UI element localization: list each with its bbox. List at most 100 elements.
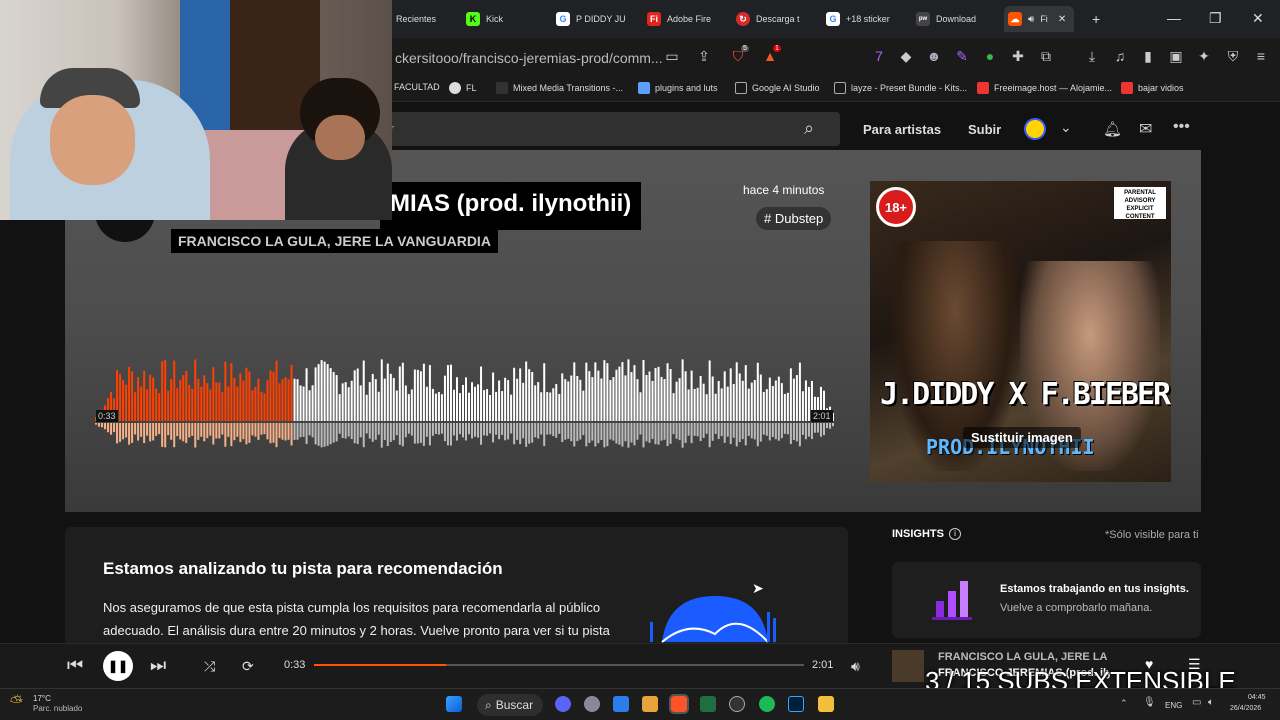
tab-kick[interactable]: K Kick	[466, 6, 546, 32]
close-tab-icon[interactable]: ✕	[1058, 14, 1066, 25]
taskbar-search[interactable]: ⌕ Buscar	[477, 694, 543, 716]
tab-adobe-firefly[interactable]: Fi Adobe Fire	[647, 6, 727, 32]
discord-icon[interactable]	[555, 696, 571, 712]
sidebar-icon[interactable]: ▮	[1139, 47, 1157, 65]
tab-label: +18 sticker	[846, 14, 890, 24]
replace-image-button[interactable]: Sustituir imagen	[963, 427, 1081, 448]
waveform[interactable]	[95, 355, 835, 455]
menu-icon[interactable]: ≡	[1252, 47, 1270, 65]
search-bar[interactable]: r ⌕	[380, 112, 840, 146]
waveform-reflection-bar	[732, 423, 735, 438]
waveform-bar	[531, 371, 534, 421]
now-playing-thumbnail[interactable]	[892, 650, 924, 682]
tab-soundcloud-active[interactable]: ☁ 🔊︎ Fi ✕	[1004, 6, 1074, 32]
chevron-down-icon[interactable]: ⌄	[1060, 119, 1072, 136]
track-artists[interactable]: FRANCISCO LA GULA, JERE LA VANGUARDIA	[171, 229, 498, 253]
user-avatar[interactable]	[1024, 118, 1046, 140]
app2-icon[interactable]	[700, 696, 716, 712]
bookmark-facultad[interactable]: FACULTAD	[394, 82, 440, 92]
minimize-button[interactable]: —	[1167, 10, 1181, 26]
tab-recientes[interactable]: Recientes	[396, 6, 456, 32]
green-ext-icon[interactable]: ●	[981, 47, 999, 65]
next-track-icon[interactable]: ⏭	[150, 655, 166, 676]
waveform-bar	[477, 384, 480, 421]
for-artists-link[interactable]: Para artistas	[863, 122, 941, 137]
file-explorer-icon[interactable]	[818, 696, 834, 712]
puzzle-icon[interactable]: ✚	[1009, 47, 1027, 65]
fl-icon	[449, 82, 461, 94]
waveform-reflection-bar	[125, 423, 128, 438]
photoshop-icon[interactable]	[788, 696, 804, 712]
language-indicator[interactable]: ENG	[1165, 701, 1182, 710]
bookmark-fl[interactable]: FL	[449, 82, 477, 94]
waveform-bar	[209, 389, 212, 421]
restore-button[interactable]: ❐	[1209, 10, 1222, 27]
extension-7tv-icon[interactable]: 7	[870, 47, 888, 65]
shuffle-icon[interactable]: ⤮	[204, 658, 215, 675]
waveform-reflection-bar	[831, 423, 834, 427]
new-tab-button[interactable]: +	[1092, 6, 1106, 32]
bookmark-layze[interactable]: layze - Preset Bundle - Kits...	[834, 82, 967, 94]
leo-ai-icon[interactable]: ✦	[1195, 47, 1213, 65]
brave-icon[interactable]	[669, 694, 689, 714]
vpn-icon[interactable]: ⛨	[1224, 47, 1242, 65]
waveform-reflection-bar	[332, 423, 335, 443]
share-icon[interactable]: ⇪	[695, 47, 713, 65]
network-icon[interactable]: ▭	[1192, 697, 1201, 708]
start-icon[interactable]	[446, 696, 462, 712]
bookmark-ai-studio[interactable]: Google AI Studio	[735, 82, 820, 94]
extension-icon[interactable]: ◆	[897, 47, 915, 65]
app-icon[interactable]	[613, 696, 629, 712]
volume-tray-icon[interactable]: 🔈︎	[1208, 697, 1214, 708]
clock-time[interactable]: 04:45	[1248, 694, 1266, 701]
waveform-bar	[449, 364, 452, 421]
info-icon[interactable]: i	[949, 528, 961, 540]
progress-bar[interactable]	[314, 664, 804, 666]
soundcloud-icon: ☁	[1008, 12, 1022, 26]
mic-icon[interactable]: 🎙︎	[1143, 697, 1156, 708]
messages-icon[interactable]: ✉	[1139, 119, 1152, 139]
more-icon[interactable]: •••	[1173, 118, 1190, 136]
settings-icon[interactable]	[584, 696, 600, 712]
link-icon	[834, 82, 846, 94]
pause-button[interactable]: ❚❚	[103, 651, 133, 681]
weather-icon[interactable]: ⛅︎	[10, 694, 23, 712]
screenshot-icon[interactable]: ⧉	[1037, 47, 1055, 65]
now-playing-artist[interactable]: FRANCISCO LA GULA, JERE LA VANGUARDIA	[938, 651, 1110, 663]
music-icon[interactable]: ♫	[1111, 47, 1129, 65]
genre-tag[interactable]: # Dubstep	[756, 207, 832, 230]
discord-ext-icon[interactable]: ☻	[925, 47, 943, 65]
tab-download[interactable]: pw Download	[916, 6, 996, 32]
waveform-bar	[326, 364, 329, 421]
previous-track-icon[interactable]: ⏮	[67, 655, 83, 676]
waveform-bar	[672, 393, 675, 421]
explicit-badge: 18+	[876, 187, 916, 227]
search-icon[interactable]: ⌕	[804, 118, 814, 139]
download-icon[interactable]: ⤓	[1083, 47, 1101, 65]
notifications-icon[interactable]: 🔔︎	[1103, 120, 1122, 138]
waveform-bar	[356, 368, 359, 421]
waveform-reflection-bar	[489, 423, 492, 434]
tab-pdiddy[interactable]: G P DIDDY JU	[556, 6, 641, 32]
clock-date[interactable]: 26/4/2026	[1230, 705, 1261, 712]
bookmark-freeimage[interactable]: Freeimage.host — Alojamie...	[977, 82, 1112, 94]
tab-stickers[interactable]: G +18 sticker	[826, 6, 906, 32]
waveform-reflection-bar	[296, 423, 299, 440]
upload-link[interactable]: Subir	[968, 122, 1001, 137]
close-window-button[interactable]: ✕	[1252, 10, 1264, 27]
cast-icon[interactable]: ▭	[663, 47, 681, 65]
url-field[interactable]: ckersitooo/francisco-jeremias-prod/comm.…	[395, 50, 663, 66]
bookmark-plugins[interactable]: plugins and luts	[638, 82, 718, 94]
bookmark-bajar-vidios[interactable]: bajar vidios	[1121, 82, 1184, 94]
capcut-icon[interactable]	[729, 696, 745, 712]
tab-descarga[interactable]: ↻ Descarga t	[736, 6, 816, 32]
pen-ext-icon[interactable]: ✎	[953, 47, 971, 65]
waveform-bar	[519, 368, 522, 421]
game-icon[interactable]	[642, 696, 658, 712]
spotify-icon[interactable]	[759, 696, 775, 712]
volume-icon[interactable]: 🔊︎	[851, 658, 860, 675]
bookmark-mixed-media[interactable]: Mixed Media Transitions -...	[496, 82, 623, 94]
tray-chevron-icon[interactable]: ⌃	[1120, 698, 1128, 709]
wallet-icon[interactable]: ▣	[1167, 47, 1185, 65]
repeat-icon[interactable]: ⟳	[242, 658, 254, 675]
